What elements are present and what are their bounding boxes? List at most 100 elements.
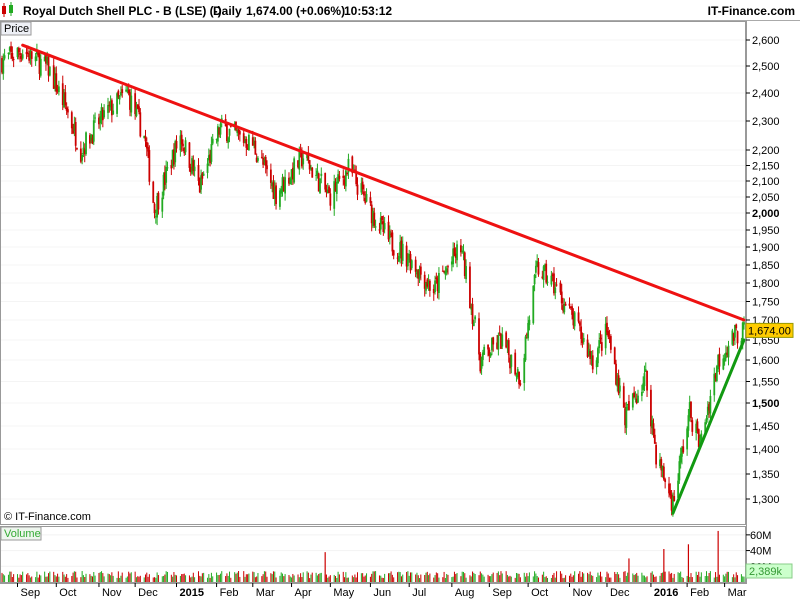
volume-bar: [218, 575, 220, 582]
volume-bar: [116, 577, 118, 582]
volume-bar: [85, 573, 87, 582]
volume-bar: [614, 571, 616, 582]
volume-bar: [488, 576, 490, 582]
volume-bar: [499, 575, 501, 582]
volume-bar: [227, 575, 229, 582]
volume-bar: [263, 571, 265, 582]
volume-bar: [19, 574, 21, 582]
volume-bar: [11, 576, 13, 582]
volume-bar: [226, 573, 228, 582]
chart: Royal Dutch Shell PLC - B (LSE) (-) Dail…: [0, 0, 800, 599]
volume-bar: [48, 573, 50, 582]
volume-bar: [49, 571, 51, 582]
volume-bar: [671, 572, 673, 582]
volume-bar: [53, 571, 55, 582]
volume-bar: [239, 576, 241, 582]
volume-bar: [525, 576, 527, 582]
volume-bar: [190, 577, 192, 582]
volume-bar: [634, 574, 636, 582]
volume-bar: [375, 571, 377, 582]
volume-bar: [13, 574, 15, 582]
volume-bar: [487, 574, 489, 582]
quote-time: 10:53:12: [344, 4, 392, 18]
volume-bar: [481, 573, 483, 582]
volume-bar: [506, 574, 508, 582]
volume-bar: [381, 577, 383, 582]
volume-bar: [346, 577, 348, 582]
volume-bar: [500, 571, 502, 582]
volume-bar: [654, 576, 656, 582]
volume-bar: [637, 575, 639, 582]
volume-bar: [217, 575, 219, 582]
price-panel-label: Price: [4, 23, 29, 35]
volume-bar: [724, 576, 726, 582]
volume-bar: [380, 575, 382, 582]
candle: [524, 334, 527, 362]
volume-bar: [117, 571, 119, 582]
volume-bar: [737, 575, 739, 582]
volume-bar: [490, 576, 492, 582]
volume-bar: [188, 575, 190, 582]
volume-bar: [420, 574, 422, 582]
volume-bar: [185, 575, 187, 582]
price-tick-label: 2,000: [752, 208, 780, 220]
volume-bar: [571, 576, 573, 582]
time-tick-label: Sep: [21, 587, 41, 599]
volume-bar: [272, 571, 274, 582]
volume-bar: [536, 575, 538, 582]
volume-bar: [212, 576, 214, 582]
volume-bar: [583, 573, 585, 582]
volume-bar: [527, 576, 529, 582]
volume-bar: [596, 577, 598, 582]
volume-bar: [592, 575, 594, 582]
volume-bar: [235, 573, 237, 582]
volume-bar: [616, 572, 618, 582]
volume-bar: [282, 573, 284, 582]
volume-bar: [35, 577, 37, 582]
volume-bar: [157, 575, 159, 582]
volume-bar: [22, 571, 24, 582]
volume-bar: [597, 572, 599, 582]
volume-bar: [353, 577, 355, 582]
volume-bar: [646, 576, 648, 582]
volume-bar: [707, 576, 709, 582]
price-tick-label: 2,050: [752, 192, 780, 204]
volume-bar: [378, 575, 380, 582]
volume-bar: [673, 573, 675, 582]
price-panel: Price © IT-Finance.com: [0, 21, 746, 525]
volume-bar: [108, 574, 110, 582]
volume-bar: [407, 571, 409, 582]
volume-bar: [600, 571, 602, 582]
price-tick-label: 1,900: [752, 242, 780, 254]
time-tick-label: Nov: [102, 587, 122, 599]
volume-bar: [580, 576, 582, 582]
volume-bar: [373, 571, 375, 582]
volume-bar: [460, 576, 462, 582]
volume-axis: 60M40M20M2,389k: [745, 530, 793, 579]
volume-bar: [455, 573, 457, 582]
volume-bar: [356, 572, 358, 582]
volume-bar: [722, 574, 724, 582]
volume-bar: [704, 576, 706, 582]
volume-bar: [111, 572, 113, 582]
volume-bar: [682, 577, 684, 582]
volume-bar: [587, 572, 589, 582]
volume-bar: [364, 575, 366, 582]
volume-bar: [112, 575, 114, 582]
candle: [248, 133, 250, 151]
volume-bar: [424, 575, 426, 582]
volume-bar: [686, 575, 688, 582]
volume-bar: [274, 571, 276, 582]
volume-bar: [310, 574, 312, 582]
volume-bar: [605, 577, 607, 582]
volume-bar: [444, 577, 446, 582]
volume-bar: [319, 573, 321, 582]
candle: [85, 131, 87, 156]
volume-bar: [221, 571, 223, 582]
volume-bar: [238, 571, 240, 582]
volume-bar: [452, 576, 454, 582]
volume-bar: [411, 572, 413, 582]
volume-bar: [84, 576, 86, 582]
volume-bar: [148, 574, 150, 582]
volume-bar: [636, 572, 638, 582]
